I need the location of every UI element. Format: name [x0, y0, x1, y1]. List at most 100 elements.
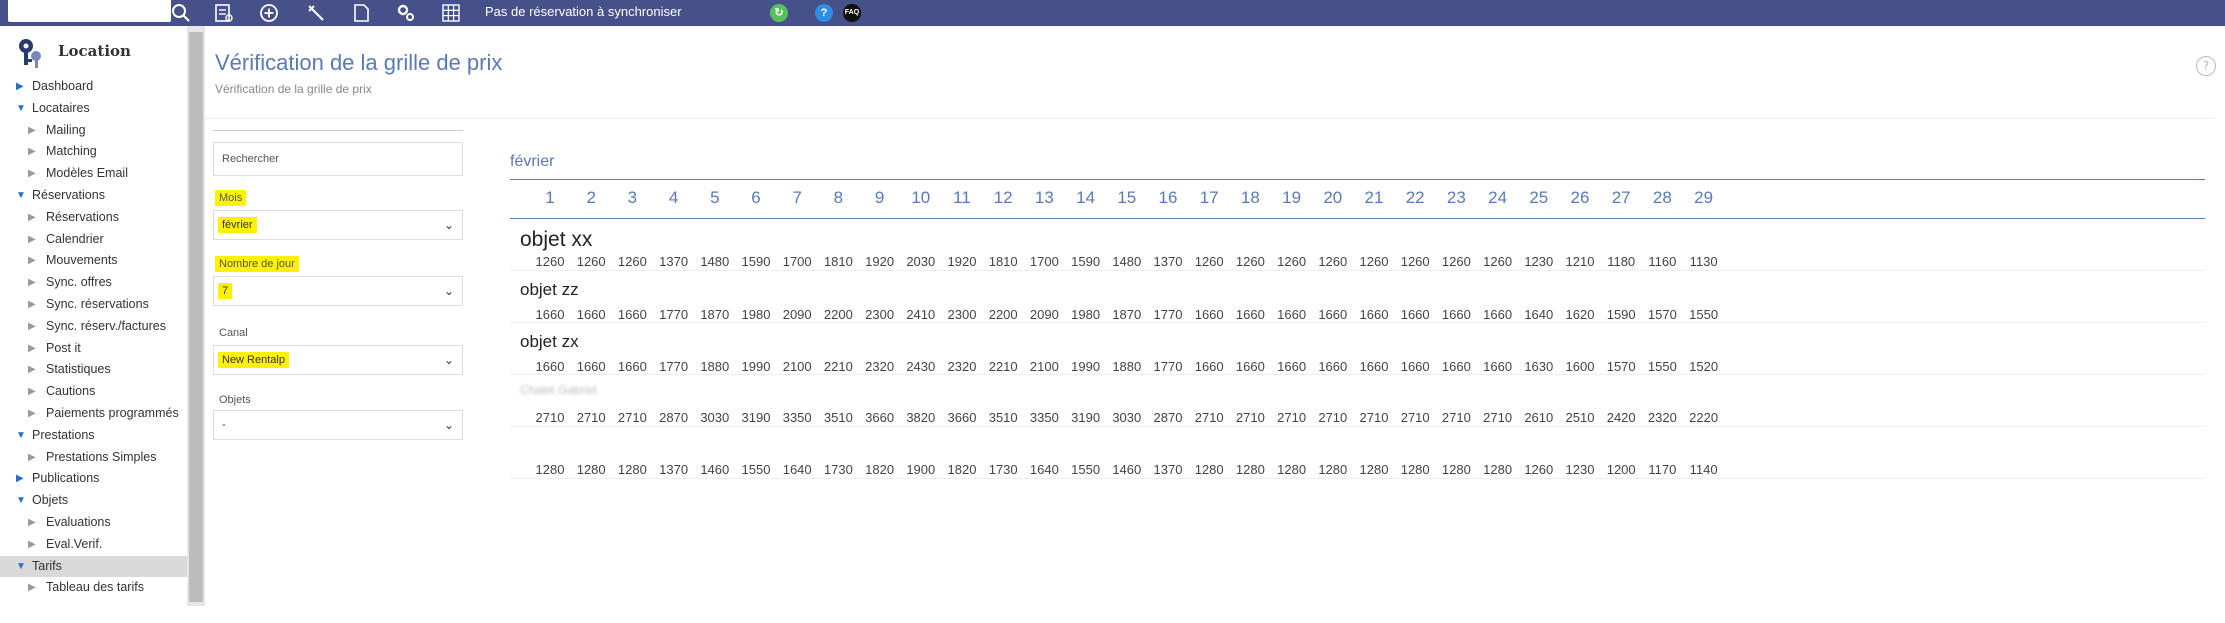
triangle-right-icon: ▶ — [28, 255, 36, 267]
object-name: objet zz — [520, 280, 579, 299]
sidebar-item-label: Calendrier — [46, 231, 104, 246]
grid-header-top-rule — [510, 179, 2205, 180]
triangle-right-icon: ▶ — [28, 298, 36, 310]
sidebar: Location ▶ Dashboard ▼ Locataires ▶ Mailing ▶ M… — [0, 26, 205, 606]
triangle-right-icon: ▶ — [28, 124, 36, 136]
sidebar-item[interactable]: ▶ Evaluations — [0, 512, 187, 534]
sidebar-item[interactable]: ▼ Objets — [0, 490, 187, 512]
sidebar-item-label: Objets — [32, 493, 69, 508]
triangle-right-icon: ▶ — [28, 386, 36, 398]
triangle-right-icon: ▶ — [28, 342, 36, 354]
triangle-right-icon: ▶ — [28, 277, 36, 289]
sidebar-item[interactable]: ▶ Sync. offres — [0, 272, 187, 294]
price-cell: 1140 — [1689, 462, 1718, 477]
grid-month: février — [510, 153, 555, 170]
canal-select[interactable]: New Rentalp ⌄ — [213, 345, 463, 375]
triangle-down-icon: ▼ — [16, 495, 26, 507]
sidebar-item[interactable]: ▶ Eval.Verif. — [0, 534, 187, 556]
sidebar-scrollbar-thumb[interactable] — [189, 32, 203, 602]
triangle-right-icon: ▶ — [28, 146, 36, 158]
sidebar-item[interactable]: ▶ Sync. réservations — [0, 294, 187, 316]
sidebar-item[interactable]: ▶ Dashboard — [0, 76, 187, 98]
grid-icon[interactable] — [440, 2, 462, 24]
grid-header-bottom-rule — [510, 218, 2205, 219]
price-cell: 2220 — [1689, 410, 1719, 425]
sidebar-item-label: Publications — [32, 471, 100, 486]
top-bar: Pas de réservation à synchroniser ↻ ? FA… — [0, 0, 2225, 26]
canal-label: Canal — [219, 327, 248, 339]
search-icon[interactable] — [170, 2, 192, 24]
row-divider — [510, 426, 2205, 427]
sidebar-item[interactable]: ▶ Publications — [0, 468, 187, 490]
row-divider — [510, 322, 2205, 323]
sidebar-item[interactable]: ▶ Réservations — [0, 207, 187, 229]
sidebar-item[interactable]: ▶ Cautions — [0, 381, 187, 403]
sidebar-item[interactable]: ▶ Calendrier — [0, 229, 187, 251]
list-icon[interactable] — [213, 2, 235, 24]
nombre-de-jour-select[interactable]: 7 ⌄ — [213, 276, 463, 306]
price-cell: 1520 — [1689, 359, 1719, 374]
sidebar-nav: ▶ Dashboard ▼ Locataires ▶ Mailing ▶ Matching ▶ M… — [0, 76, 187, 599]
sidebar-item[interactable]: ▼ Locataires — [0, 98, 187, 120]
sidebar-brand[interactable]: Location — [10, 34, 185, 70]
sidebar-item-label: Tarifs — [32, 558, 62, 573]
sidebar-item-label: Paiements programmés — [46, 405, 179, 420]
sync-status-text: Pas de réservation à synchroniser — [485, 4, 682, 19]
sidebar-item[interactable]: ▼ Réservations — [0, 185, 187, 207]
sync-icon[interactable]: ↻ — [770, 4, 788, 22]
sidebar-item[interactable]: ▶ Tableau des tarifs — [0, 577, 187, 599]
tools-icon[interactable] — [305, 2, 327, 24]
triangle-right-icon: ▶ — [28, 233, 36, 245]
sidebar-item-label: Prestations Simples — [46, 449, 157, 464]
triangle-right-icon: ▶ — [28, 582, 36, 594]
document-icon[interactable] — [350, 2, 372, 24]
sidebar-item-label: Eval.Verif. — [46, 536, 103, 551]
objets-select[interactable]: - ⌄ — [213, 410, 463, 440]
sidebar-item[interactable]: ▶ Post it — [0, 338, 187, 360]
chevron-down-icon: ⌄ — [443, 218, 454, 232]
help-icon[interactable]: ? — [815, 4, 833, 22]
sidebar-item-label: Locataires — [32, 100, 90, 115]
question-icon[interactable]: ? — [2196, 56, 2216, 76]
sidebar-item[interactable]: ▶ Paiements programmés — [0, 403, 187, 425]
gears-icon[interactable] — [395, 2, 417, 24]
sidebar-item-label: Prestations — [32, 427, 95, 442]
sidebar-item-label: Matching — [46, 144, 97, 159]
sidebar-item[interactable]: ▼ Tarifs — [0, 555, 187, 578]
sidebar-item-label: Evaluations — [46, 514, 111, 529]
sidebar-item[interactable]: ▶ Sync. réserv./factures — [0, 316, 187, 338]
row-divider — [510, 374, 2205, 375]
mois-select[interactable]: février ⌄ — [213, 210, 463, 240]
row-divider — [510, 478, 2205, 479]
triangle-right-icon: ▶ — [28, 407, 36, 419]
sidebar-title: Location — [58, 42, 131, 60]
triangle-right-icon: ▶ — [28, 538, 36, 550]
sidebar-item-label: Mouvements — [46, 253, 118, 268]
triangle-right-icon: ▶ — [16, 473, 24, 485]
search-input[interactable]: Rechercher — [213, 142, 463, 176]
sidebar-item[interactable]: ▼ Prestations — [0, 425, 187, 447]
triangle-down-icon: ▼ — [16, 189, 26, 201]
sidebar-item-label: Dashboard — [32, 79, 94, 93]
triangle-right-icon: ▶ — [28, 211, 36, 223]
price-cell: 1550 — [1689, 307, 1719, 322]
triangle-right-icon: ▶ — [28, 168, 36, 180]
object-name: objet xx — [520, 228, 593, 251]
sidebar-item[interactable]: ▶ Modèles Email — [0, 163, 187, 185]
sidebar-item[interactable]: ▶ Mouvements — [0, 250, 187, 272]
chevron-down-icon: ⌄ — [443, 284, 454, 298]
header-divider — [205, 118, 2215, 119]
objets-label: Objets — [219, 394, 251, 406]
filter-top-divider — [213, 130, 463, 131]
sidebar-item[interactable]: ▶ Prestations Simples — [0, 447, 187, 469]
sidebar-item-label: Mailing — [46, 122, 86, 137]
sidebar-item[interactable]: ▶ Mailing — [0, 120, 187, 142]
page-title: Vérification de la grille de prix — [215, 50, 503, 75]
sidebar-item[interactable]: ▶ Matching — [0, 141, 187, 163]
price-cell: 1130 — [1689, 254, 1718, 269]
top-bar-left-area — [8, 0, 171, 22]
sidebar-item[interactable]: ▶ Statistiques — [0, 359, 187, 381]
faq-icon[interactable]: FAQ — [843, 4, 861, 22]
mois-label: Mois — [215, 190, 247, 206]
add-circle-icon[interactable] — [258, 2, 280, 24]
